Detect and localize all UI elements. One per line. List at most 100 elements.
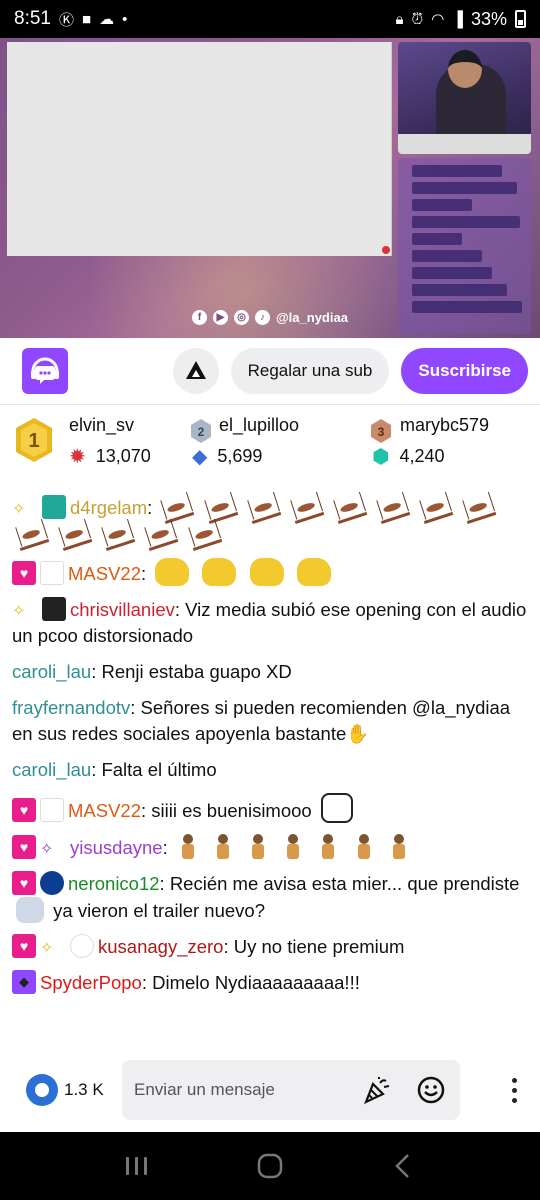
subscribe-button[interactable]: Suscribirse	[401, 348, 528, 394]
svg-text:3: 3	[378, 425, 385, 439]
chat-message[interactable]: caroli_lau: Falta el último	[12, 757, 528, 783]
stream-chat-overlay	[398, 158, 531, 334]
prime-button[interactable]	[172, 348, 219, 394]
chat-message[interactable]: MASV22: siiii es buenisimooo	[12, 793, 528, 824]
stream-screen	[7, 42, 392, 256]
leaderboard-entry-1[interactable]: elvin_sv ✹ 13,070	[69, 415, 151, 469]
chat-message[interactable]: frayfernandotv: Señores si pueden recomi…	[12, 695, 528, 747]
nasa-badge-icon	[40, 871, 64, 895]
yellow-cat-emote-icon	[296, 558, 331, 586]
back-icon	[395, 1154, 410, 1178]
chat-message[interactable]: ✧ d4rgelam:	[12, 490, 528, 551]
video-player[interactable]: f ▶ ◎ ♪ @la_nydiaa	[0, 38, 540, 338]
doll-emote-icon	[247, 834, 269, 860]
chat-username[interactable]: caroli_lau	[12, 759, 91, 780]
thumbs-up-emoji-icon: ✋	[346, 723, 370, 744]
purple-bits-badge-icon: ✧	[40, 841, 54, 858]
chat-username[interactable]: caroli_lau	[12, 661, 91, 682]
k-app-icon: Ⓚ	[58, 11, 74, 29]
chat-message[interactable]: caroli_lau: Renji estaba guapo XD	[12, 659, 528, 685]
leaderboard-entry-2[interactable]: el_lupilloo ◆ 5,699	[192, 415, 300, 469]
lock-icon: 🔒︎	[395, 10, 404, 28]
signal-icon: ▐	[452, 10, 463, 28]
cockroach-emote-icon	[287, 490, 325, 524]
teal-gem-icon: ⬢	[372, 446, 390, 468]
rank-1-badge-icon: 1	[16, 418, 52, 462]
doll-emote-icon	[353, 834, 375, 860]
boston-terrier-emote-icon	[320, 793, 353, 823]
channel-avatar[interactable]	[22, 348, 68, 394]
hexagon-badge-icon	[42, 495, 66, 519]
doll-emote-icon	[282, 834, 304, 860]
bits-badge-icon: ✧	[12, 501, 26, 518]
chat-username[interactable]: kusanagy_zero	[98, 936, 223, 957]
record-dot	[382, 246, 390, 254]
channel-points-icon	[26, 1074, 58, 1106]
blue-gem-icon: ◆	[192, 446, 208, 468]
leaderboard-name: elvin_sv	[69, 415, 135, 435]
sub-heart-badge-icon	[12, 871, 36, 895]
instagram-icon: ◎	[234, 310, 249, 325]
red-star-icon: ✹	[69, 446, 86, 468]
chat-username[interactable]: frayfernandotv	[12, 697, 130, 718]
chat-message[interactable]: ✧kusanagy_zero: Uy no tiene premium	[12, 934, 528, 960]
youtube-icon: ▶	[213, 310, 228, 325]
bits-leaderboard[interactable]: 1 elvin_sv ✹ 13,070 2 el_lupilloo ◆ 5,69…	[0, 404, 540, 482]
recent-apps-button[interactable]	[117, 1146, 157, 1186]
home-icon	[257, 1153, 283, 1179]
sub-heart-badge-icon	[12, 561, 36, 585]
dot-icon: •	[122, 10, 128, 28]
cockroach-emote-icon	[55, 517, 93, 551]
leaderboard-name: el_lupilloo	[219, 415, 300, 435]
chat-message[interactable]: ✧ chrisvillaniev: Viz media subió ese ope…	[12, 597, 528, 649]
chat-username[interactable]: MASV22	[68, 800, 141, 821]
chat-list[interactable]: ✧d4rgelam: MASV22: ✧chrisvillaniev: Viz …	[0, 482, 540, 1048]
chat-message[interactable]: SpyderPopo: Dimelo Nydiaaaaaaaaa!!!	[12, 970, 528, 996]
crying-face-emote-icon	[16, 897, 44, 923]
battery-icon	[515, 10, 526, 28]
cockroach-emote-icon	[330, 490, 368, 524]
doll-emote-icon	[317, 834, 339, 860]
chat-message[interactable]: MASV22:	[12, 558, 528, 587]
prime-crown-icon	[185, 361, 206, 379]
party-popper-icon[interactable]	[362, 1075, 392, 1105]
battery-percent: 33%	[470, 8, 507, 29]
chat-message[interactable]: ✧yisusdayne:	[12, 834, 528, 861]
more-options-icon[interactable]	[502, 1070, 526, 1110]
leaderboard-score: 4,240	[399, 446, 445, 466]
rank-2-badge-icon: 2	[191, 419, 211, 443]
viewer-count[interactable]: 1.3 K	[26, 1074, 122, 1106]
recent-apps-icon	[125, 1157, 147, 1175]
chat-message-input[interactable]	[134, 1080, 354, 1100]
yellow-cat-emote-icon	[155, 558, 190, 586]
character-badge-icon	[70, 934, 94, 958]
chat-input-container[interactable]	[122, 1060, 460, 1120]
leaderboard-score: 13,070	[95, 446, 151, 466]
cockroach-emote-icon	[12, 517, 50, 551]
yellow-cat-emote-icon	[202, 558, 237, 586]
emoji-smile-icon[interactable]	[416, 1075, 446, 1105]
cockroach-emote-icon	[416, 490, 454, 524]
chat-username[interactable]: MASV22	[68, 563, 141, 584]
cockroach-emote-icon	[460, 490, 497, 524]
facebook-icon: f	[192, 310, 207, 325]
home-button[interactable]	[250, 1146, 290, 1186]
gift-sub-button[interactable]: Regalar una sub	[230, 348, 390, 394]
media-icon: ■	[82, 10, 92, 28]
alarm-icon: ⏰︎	[411, 10, 424, 28]
chat-username[interactable]: SpyderPopo	[40, 972, 142, 993]
cockroach-emote-icon	[185, 517, 222, 551]
leaderboard-entry-3[interactable]: marybc579 ⬢ 4,240	[372, 415, 489, 469]
chat-username[interactable]: yisusdayne	[70, 837, 163, 858]
cockroach-emote-icon	[373, 490, 411, 524]
knight-badge-icon	[40, 798, 64, 822]
chat-message[interactable]: neronico12: Recién me avisa esta mier...…	[12, 871, 528, 924]
wifi-icon: ◠	[431, 11, 445, 28]
knight-badge-icon	[40, 561, 64, 585]
back-button[interactable]	[383, 1146, 423, 1186]
sub-heart-badge-icon	[12, 934, 36, 958]
chat-username[interactable]: d4rgelam	[70, 497, 147, 518]
chat-username[interactable]: chrisvillaniev	[70, 599, 175, 620]
chat-username[interactable]: neronico12	[68, 873, 160, 894]
muted-badge-icon	[42, 597, 66, 621]
